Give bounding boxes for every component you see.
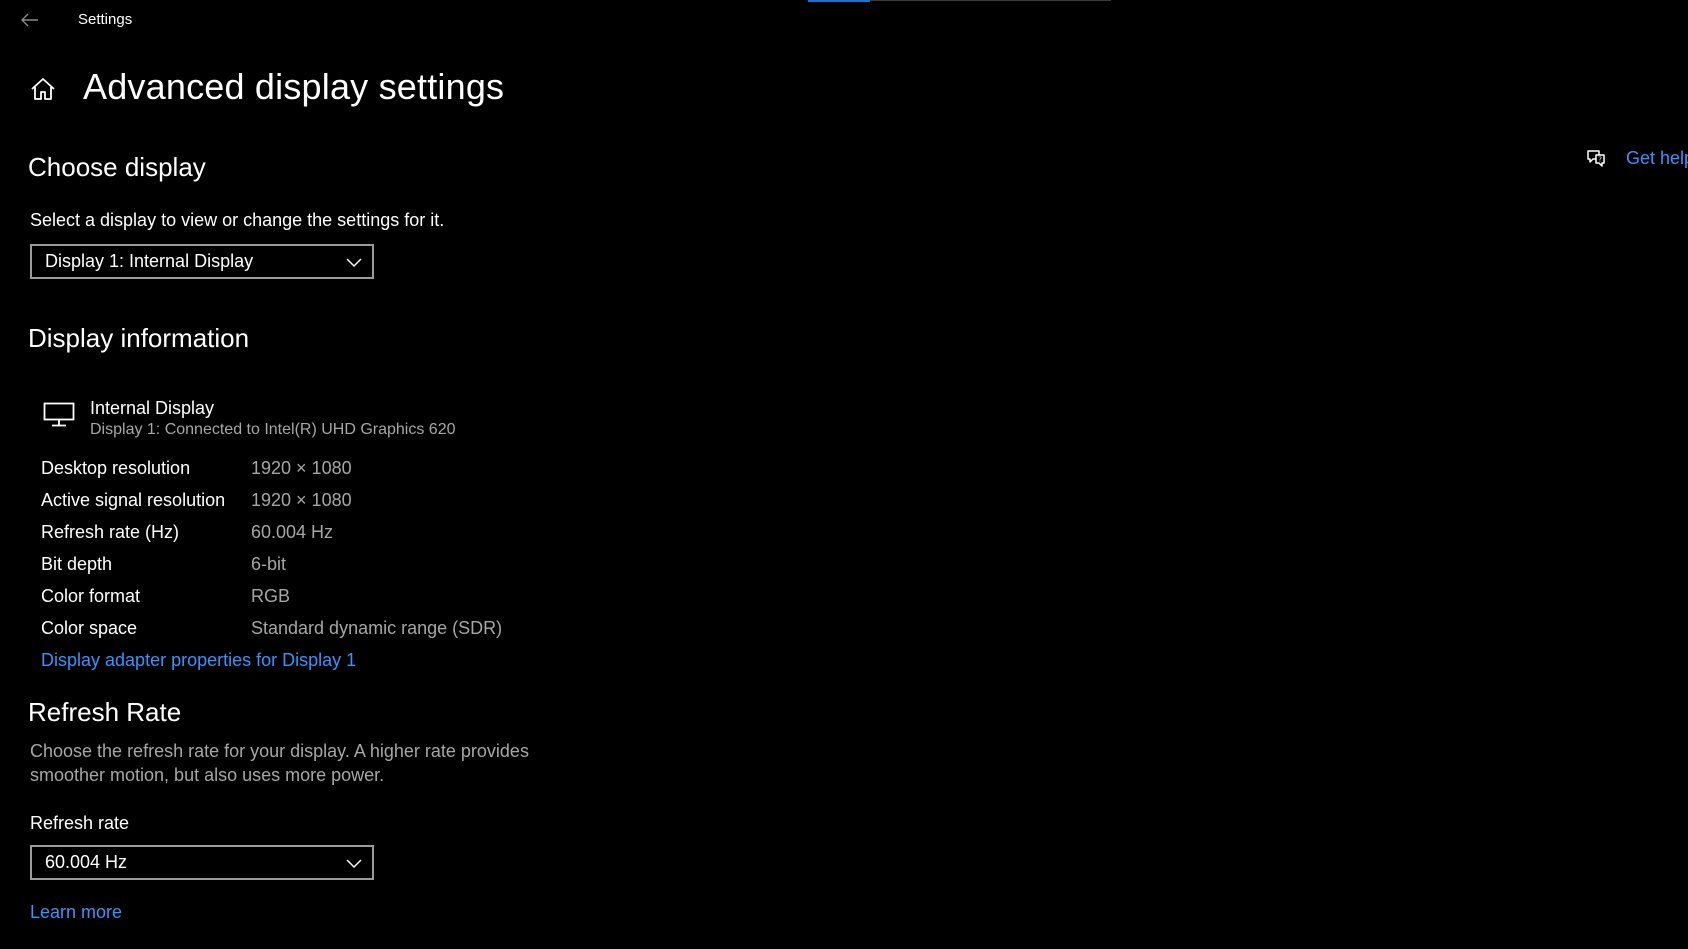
home-icon [31, 78, 55, 100]
info-row-refresh-rate: Refresh rate (Hz) 60.004 Hz [41, 522, 601, 550]
refresh-rate-select-value: 60.004 Hz [45, 852, 128, 872]
info-value: Standard dynamic range (SDR) [251, 618, 503, 638]
refresh-rate-field-label: Refresh rate [30, 813, 130, 833]
back-arrow-icon [21, 13, 38, 27]
info-row-color-format: Color format RGB [41, 586, 601, 614]
info-row-bit-depth: Bit depth 6-bit [41, 554, 601, 582]
info-label: Color space [41, 618, 138, 638]
home-button[interactable] [26, 72, 60, 106]
learn-more-link[interactable]: Learn more [30, 902, 122, 923]
display-information-heading: Display information [28, 323, 250, 353]
monitor-icon [43, 402, 75, 427]
info-label: Bit depth [41, 554, 113, 574]
info-value: 60.004 Hz [251, 522, 334, 542]
info-label: Color format [41, 586, 141, 606]
info-value: 1920 × 1080 [251, 458, 352, 478]
chevron-down-icon [346, 859, 362, 869]
page-title: Advanced display settings [83, 66, 505, 107]
info-row-desktop-resolution: Desktop resolution 1920 × 1080 [41, 458, 601, 486]
refresh-rate-heading: Refresh Rate [28, 697, 182, 727]
info-label: Refresh rate (Hz) [41, 522, 180, 542]
get-help-link[interactable]: Get help [1626, 148, 1688, 169]
info-label: Active signal resolution [41, 490, 226, 510]
refresh-rate-description: Choose the refresh rate for your display… [30, 741, 529, 785]
info-row-color-space: Color space Standard dynamic range (SDR) [41, 618, 601, 646]
display-connection-info: Display 1: Connected to Intel(R) UHD Gra… [90, 421, 456, 438]
get-help-area[interactable]: ? Get help [1584, 144, 1688, 172]
top-tab-indicator [808, 0, 1111, 2]
display-select[interactable]: Display 1: Internal Display [30, 244, 374, 279]
settings-window: Settings Advanced display settings ? Get… [0, 0, 1688, 949]
display-name: Internal Display [90, 398, 215, 418]
refresh-rate-select[interactable]: 60.004 Hz [30, 845, 374, 880]
svg-text:?: ? [1598, 155, 1602, 163]
info-label: Desktop resolution [41, 458, 191, 478]
choose-display-description: Select a display to view or change the s… [30, 210, 445, 230]
window-title: Settings [78, 11, 133, 28]
info-row-active-signal-resolution: Active signal resolution 1920 × 1080 [41, 490, 601, 518]
display-select-value: Display 1: Internal Display [45, 251, 254, 271]
top-tab-indicator-accent [808, 0, 870, 2]
help-chat-icon: ? [1587, 150, 1605, 167]
chevron-down-icon [346, 258, 362, 268]
back-button[interactable] [14, 6, 46, 34]
display-adapter-properties-link[interactable]: Display adapter properties for Display 1 [41, 650, 356, 671]
info-value: 6-bit [251, 554, 287, 574]
info-value: RGB [251, 586, 291, 606]
choose-display-heading: Choose display [28, 152, 206, 182]
info-value: 1920 × 1080 [251, 490, 352, 510]
